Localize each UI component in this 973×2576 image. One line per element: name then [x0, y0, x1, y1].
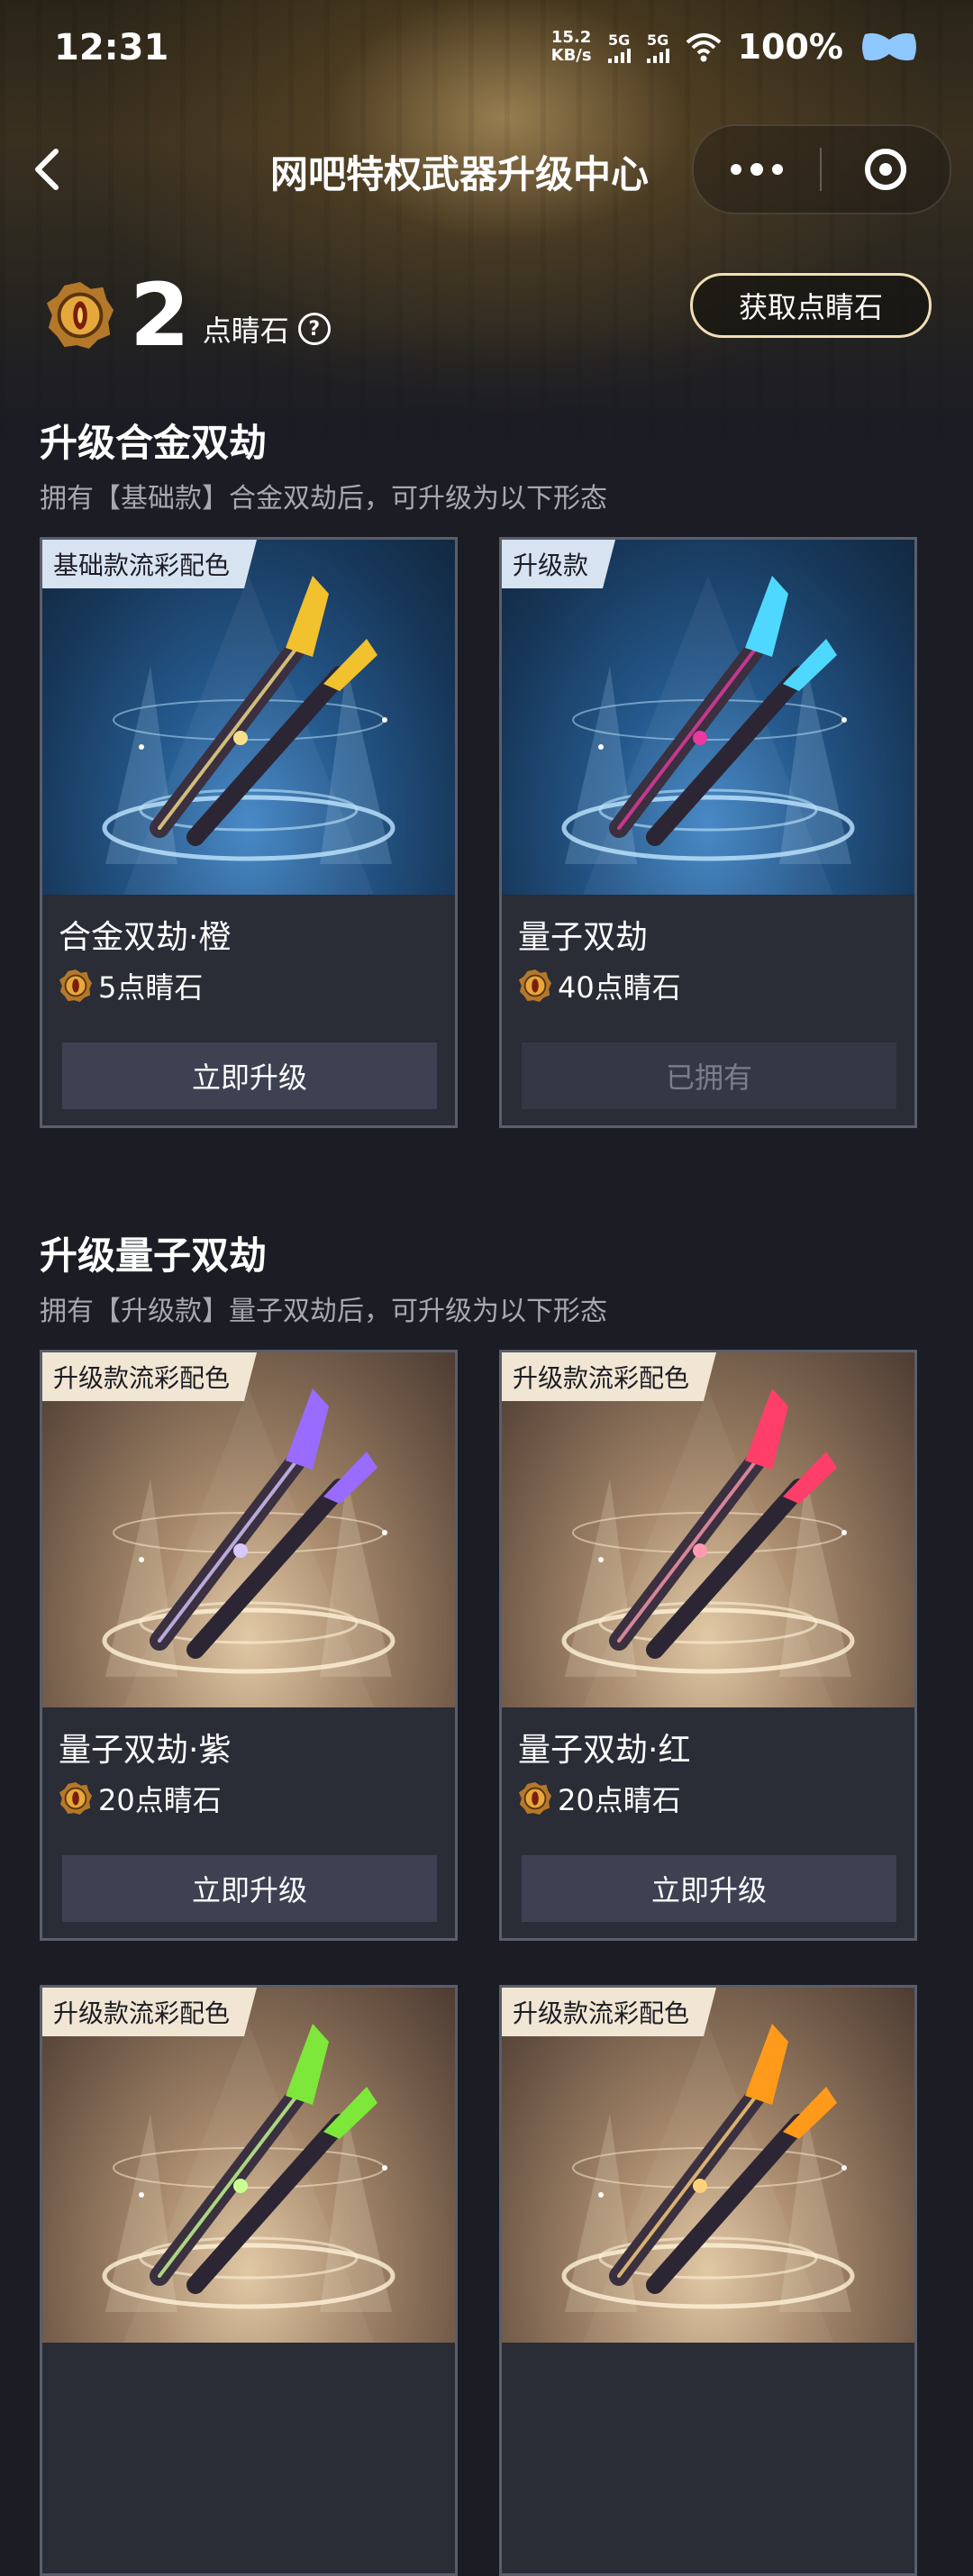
upgrade-now-button[interactable]: 立即升级 — [522, 1855, 896, 1922]
variant-tag: 基础款流彩配色 — [42, 540, 257, 588]
weapon-price: 5点睛石 — [59, 965, 203, 1006]
signal-2-label: 5G — [646, 31, 669, 49]
network-speed-value: 15.2 — [550, 28, 592, 47]
weapon-price-text: 20点睛石 — [558, 1783, 681, 1817]
weapon-name: 量子双劫·红 — [518, 1732, 691, 1769]
weapon-price: 20点睛石 — [59, 1778, 222, 1819]
points-unit: 点睛石 — [202, 314, 289, 348]
weapon-image — [502, 1352, 914, 1707]
variant-tag: 升级款流彩配色 — [502, 1352, 716, 1401]
more-icon[interactable] — [694, 126, 820, 213]
owned-button[interactable]: 已拥有 — [522, 1042, 896, 1109]
weapon-card[interactable]: 基础款流彩配色合金双劫·橙 5点睛石立即升级 — [40, 537, 458, 1128]
weapon-card[interactable]: 升级款流彩配色 — [40, 1985, 458, 2576]
weapon-price-text: 20点睛石 — [98, 1783, 222, 1817]
wifi-icon — [686, 33, 721, 62]
variant-tag: 升级款流彩配色 — [502, 1988, 716, 2036]
weapon-price-text: 5点睛石 — [98, 970, 204, 1005]
battery-percent: 100% — [737, 27, 843, 67]
section-subtitle-alloy: 拥有【基础款】合金双劫后，可升级为以下形态 — [40, 483, 607, 514]
target-icon — [865, 149, 906, 190]
weapon-card[interactable]: 升级款流彩配色量子双劫·红 20点睛石立即升级 — [499, 1350, 917, 1941]
weapon-name: 量子双劫 — [518, 919, 649, 956]
network-speed: 15.2 KB/s — [551, 29, 592, 65]
gem-coin-icon — [59, 1781, 93, 1816]
nav-bar: 网吧特权武器升级中心 — [0, 117, 973, 225]
signal-2-icon: 5G — [646, 31, 669, 63]
weapon-image — [42, 540, 455, 895]
weapon-image — [502, 540, 914, 895]
signal-1-label: 5G — [607, 31, 631, 49]
network-speed-unit: KB/s — [550, 46, 592, 65]
variant-tag: 升级款流彩配色 — [42, 1988, 257, 2036]
weapon-image — [42, 1352, 455, 1707]
weapon-image — [502, 1988, 914, 2343]
gem-coin-icon — [46, 281, 114, 350]
points-balance: 2 点睛石 ? — [45, 266, 331, 365]
help-icon[interactable]: ? — [297, 313, 331, 345]
mini-program-capsule — [692, 124, 951, 214]
close-mini-program-button[interactable] — [822, 126, 950, 213]
weapon-name: 合金双劫·橙 — [59, 919, 232, 956]
weapon-price-text: 40点睛石 — [558, 970, 681, 1005]
section-subtitle-quantum: 拥有【升级款】量子双劫后，可升级为以下形态 — [40, 1296, 607, 1327]
upgrade-now-button[interactable]: 立即升级 — [62, 1042, 437, 1109]
weapon-image — [42, 1988, 455, 2343]
weapon-card[interactable]: 升级款流彩配色 — [499, 1985, 917, 2576]
weapon-card[interactable]: 升级款流彩配色量子双劫·紫 20点睛石立即升级 — [40, 1350, 458, 1941]
weapon-name: 量子双劫·紫 — [59, 1732, 232, 1769]
gem-coin-icon — [59, 969, 93, 1003]
status-bar: 12:31 15.2 KB/s 5G 5G 100% — [0, 0, 973, 99]
status-time: 12:31 — [54, 27, 169, 68]
section-title-alloy: 升级合金双劫 — [40, 421, 268, 465]
gem-coin-icon — [518, 1781, 552, 1816]
signal-1-icon: 5G — [607, 31, 631, 63]
gem-coin-icon — [518, 969, 552, 1003]
get-points-button[interactable]: 获取点睛石 — [690, 273, 932, 338]
weapon-price: 40点睛石 — [518, 965, 681, 1006]
variant-tag: 升级款 — [502, 540, 615, 588]
status-indicators: 15.2 KB/s 5G 5G 100% — [551, 27, 919, 67]
section-title-quantum: 升级量子双劫 — [40, 1233, 268, 1278]
weapon-card[interactable]: 升级款量子双劫 40点睛石已拥有 — [499, 537, 917, 1128]
upgrade-now-button[interactable]: 立即升级 — [62, 1855, 437, 1922]
variant-tag: 升级款流彩配色 — [42, 1352, 257, 1401]
battery-icon — [862, 32, 916, 61]
points-value: 2 — [130, 265, 190, 366]
weapon-price: 20点睛石 — [518, 1778, 681, 1819]
